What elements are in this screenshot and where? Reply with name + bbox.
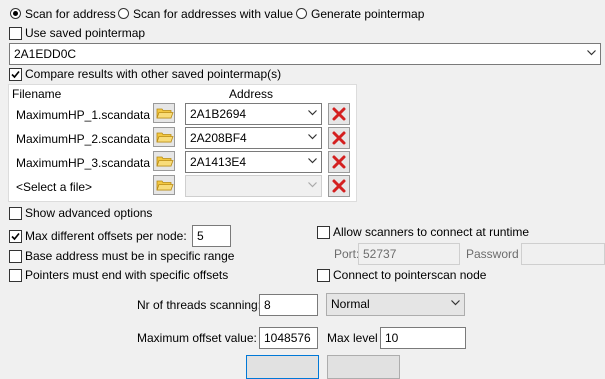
scan-for-value-radio[interactable] (118, 8, 129, 19)
specific-offsets-label[interactable]: Pointers must end with specific offsets (25, 267, 228, 283)
compare-results-checkbox[interactable] (9, 68, 22, 81)
folder-icon[interactable] (153, 151, 175, 171)
address-combobox-value: 2A1EDD0C (14, 47, 77, 61)
max-level-label: Max level (327, 331, 378, 345)
connect-node-checkbox[interactable] (317, 269, 330, 282)
delete-row-3-button[interactable] (328, 151, 350, 173)
select-file-placeholder: <Select a file> (16, 180, 93, 194)
password-label: Password (466, 247, 519, 261)
pointermap-file-1: MaximumHP_1.scandata (16, 108, 151, 122)
chevron-down-icon (308, 134, 317, 140)
folder-icon[interactable] (153, 127, 175, 147)
address-combobox-1[interactable]: 2A1B2694 (185, 103, 322, 125)
pointermap-file-3: MaximumHP_3.scandata (16, 156, 151, 170)
specific-offsets-checkbox[interactable] (9, 269, 22, 282)
filename-column-header: Filename (12, 87, 62, 101)
address-value-3: 2A1413E4 (190, 155, 247, 169)
generate-pointermap-label[interactable]: Generate pointermap (311, 6, 424, 22)
address-value-2: 2A208BF4 (190, 131, 247, 145)
ok-button[interactable] (246, 355, 319, 379)
address-combobox[interactable]: 2A1EDD0C (9, 43, 601, 65)
folder-icon[interactable] (153, 175, 175, 195)
allow-scanners-checkbox[interactable] (317, 226, 330, 239)
delete-row-2-button[interactable] (328, 127, 350, 149)
compare-results-label[interactable]: Compare results with other saved pointer… (25, 66, 281, 82)
max-offset-input[interactable]: 1048576 (259, 327, 318, 349)
checkmark-icon (11, 70, 20, 79)
password-input[interactable] (521, 243, 605, 265)
max-offsets-checkbox[interactable] (9, 230, 22, 243)
address-combobox-2[interactable]: 2A208BF4 (185, 127, 322, 149)
show-advanced-checkbox[interactable] (9, 207, 22, 220)
pointermap-file-2: MaximumHP_2.scandata (16, 132, 151, 146)
allow-scanners-label[interactable]: Allow scanners to connect at runtime (333, 224, 529, 240)
max-offsets-label[interactable]: Max different offsets per node: (25, 228, 187, 244)
max-level-input[interactable]: 10 (380, 327, 466, 349)
cancel-button[interactable] (327, 355, 400, 379)
address-combobox-3[interactable]: 2A1413E4 (185, 151, 322, 173)
show-advanced-label[interactable]: Show advanced options (25, 205, 152, 221)
address-column-header: Address (229, 87, 274, 101)
threads-input[interactable]: 8 (259, 294, 318, 316)
use-saved-pointermap-label[interactable]: Use saved pointermap (25, 25, 145, 41)
max-offset-label: Maximum offset value: (137, 331, 257, 345)
scan-for-address-radio[interactable] (10, 8, 21, 19)
port-label: Port: (334, 247, 360, 261)
port-input[interactable]: 52737 (358, 243, 460, 265)
max-offsets-input[interactable]: 5 (192, 225, 231, 247)
connect-node-label[interactable]: Connect to pointerscan node (333, 267, 486, 283)
chevron-down-icon (308, 110, 317, 116)
chevron-down-icon (451, 300, 460, 306)
chevron-down-icon (587, 50, 596, 56)
thread-priority-select[interactable]: Normal (326, 293, 465, 316)
checkmark-icon (11, 232, 20, 241)
delete-row-4-button[interactable] (328, 175, 350, 197)
folder-icon[interactable] (153, 103, 175, 123)
base-range-label[interactable]: Base address must be in specific range (25, 248, 234, 264)
address-value-1: 2A1B2694 (190, 107, 247, 121)
chevron-down-icon (308, 182, 317, 188)
base-range-checkbox[interactable] (9, 250, 22, 263)
threads-label: Nr of threads scanning: (137, 298, 262, 312)
delete-row-1-button[interactable] (328, 103, 350, 125)
chevron-down-icon (308, 158, 317, 164)
address-combobox-4[interactable] (185, 175, 322, 197)
generate-pointermap-radio[interactable] (296, 8, 307, 19)
use-saved-pointermap-checkbox[interactable] (9, 27, 22, 40)
scan-for-value-label[interactable]: Scan for addresses with value (133, 6, 293, 22)
thread-priority-value: Normal (331, 297, 370, 311)
scan-for-address-label[interactable]: Scan for address (25, 6, 116, 22)
